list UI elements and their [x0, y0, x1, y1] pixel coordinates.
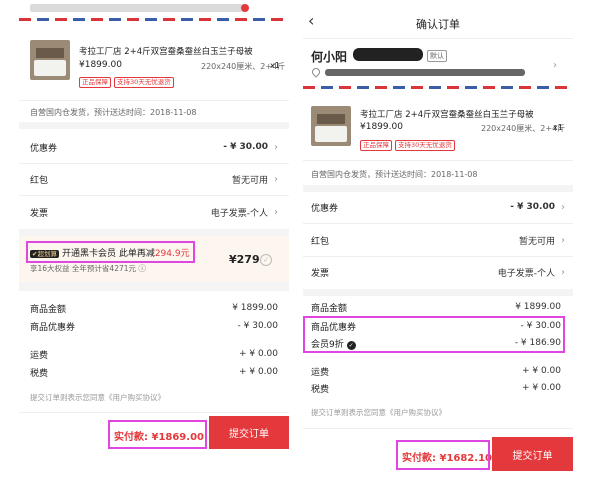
redpacket-label: 红包: [30, 175, 49, 186]
gap: [303, 185, 573, 192]
summary-row: 税费 + ¥ 0.00: [303, 380, 573, 396]
product-tags: 正品保障 支持30天无忧退货: [79, 77, 177, 88]
invoice-label: 发票: [30, 208, 49, 219]
chevron-right-icon: ›: [274, 141, 278, 153]
divider: [303, 38, 573, 39]
summary-value: ¥ 1899.00: [232, 303, 278, 313]
gap: [303, 289, 573, 296]
agreement-text[interactable]: 提交订单则表示您同意《用户购买协议》: [30, 392, 165, 403]
airmail-border: [303, 86, 573, 89]
divider: [19, 412, 289, 413]
highlight-box: [303, 316, 565, 353]
recipient-name: 何小阳: [311, 50, 348, 64]
summary-label: 商品金额: [311, 303, 348, 314]
redpacket-label: 红包: [311, 236, 330, 247]
divider: [19, 100, 289, 101]
redpacket-value: 暂无可用: [518, 236, 555, 247]
highlight-box: [26, 241, 195, 263]
divider: [19, 163, 289, 164]
summary-row: 运费 + ¥ 0.00: [303, 363, 573, 379]
member-sub: 享16大权益 全年预计省4271元 ⓘ: [30, 264, 146, 273]
summary-label: 商品优惠券: [30, 322, 76, 333]
address-obscured: [325, 69, 525, 76]
gap: [19, 282, 289, 291]
invoice-value: 电子发票-个人: [210, 208, 268, 219]
summary-row: 商品优惠券 - ¥ 30.00: [19, 318, 289, 334]
right-order-screen: ‹ 确认订单 何小阳 默认 › 考拉工厂店 2+4斤双宫蚕桑蚕丝白玉兰子母被 ¥…: [303, 0, 573, 485]
gap: [19, 229, 289, 236]
phone-obscured: [353, 48, 423, 61]
summary-value: - ¥ 30.00: [237, 321, 278, 331]
redpacket-row[interactable]: 红包 暂无可用 ›: [303, 227, 573, 253]
coupon-label: 优惠券: [311, 203, 339, 214]
summary-value: + ¥ 0.00: [238, 349, 278, 359]
summary-row: 税费 + ¥ 0.00: [19, 364, 289, 380]
summary-label: 运费: [311, 367, 330, 378]
summary-value: + ¥ 0.00: [238, 367, 278, 377]
product-title[interactable]: 考拉工厂店 2+4斤双宫蚕桑蚕丝白玉兰子母被: [79, 45, 253, 57]
member-price: ¥279: [229, 253, 260, 266]
invoice-label: 发票: [311, 268, 330, 279]
invoice-row[interactable]: 发票 电子发票-个人 ›: [303, 259, 573, 285]
divider: [303, 160, 573, 161]
product-price: ¥1899.00: [360, 122, 403, 132]
summary-row: 运费 + ¥ 0.00: [19, 346, 289, 362]
address-line-obscured: [30, 4, 245, 12]
tag-return: 支持30天无忧退货: [395, 140, 455, 151]
product-qty: x1: [553, 123, 563, 132]
divider: [19, 195, 289, 196]
submit-order-button[interactable]: 提交订单: [492, 437, 573, 471]
gap: [19, 122, 289, 129]
redpacket-row[interactable]: 红包 暂无可用 ›: [19, 166, 289, 192]
summary-row: 商品金额 ¥ 1899.00: [19, 300, 289, 316]
chevron-right-icon[interactable]: ›: [553, 60, 557, 71]
chevron-right-icon: ›: [561, 266, 565, 278]
summary-value: + ¥ 0.00: [521, 366, 561, 376]
product-title[interactable]: 考拉工厂店 2+4斤双宫蚕桑蚕丝白玉兰子母被: [360, 108, 534, 120]
summary-label: 税费: [311, 384, 330, 395]
summary-label: 运费: [30, 350, 49, 361]
invoice-row[interactable]: 发票 电子发票-个人 ›: [19, 199, 289, 225]
red-dot-icon: [241, 4, 249, 12]
coupon-value: - ¥ 30.00: [510, 202, 555, 212]
coupon-value: - ¥ 30.00: [223, 142, 268, 152]
tag-return: 支持30天无忧退货: [114, 77, 174, 88]
summary-value: + ¥ 0.00: [521, 383, 561, 393]
checkbox-icon[interactable]: ✓: [260, 254, 272, 266]
highlight-box: [396, 440, 490, 470]
airmail-border: [19, 18, 289, 21]
coupon-row[interactable]: 优惠券 - ¥ 30.00 ›: [19, 134, 289, 160]
tag-genuine: 正品保障: [79, 77, 111, 88]
divider: [303, 428, 573, 429]
delivery-info: 自营国内仓发货，预计送达时间：2018-11-08: [30, 108, 197, 117]
product-thumbnail[interactable]: [311, 106, 351, 146]
product-price: ¥1899.00: [79, 60, 122, 70]
divider: [303, 223, 573, 224]
coupon-row[interactable]: 优惠券 - ¥ 30.00 ›: [303, 194, 573, 220]
chevron-right-icon: ›: [274, 173, 278, 185]
submit-order-button[interactable]: 提交订单: [209, 416, 289, 449]
chevron-right-icon: ›: [274, 206, 278, 218]
chevron-right-icon: ›: [561, 201, 565, 213]
summary-label: 税费: [30, 368, 49, 379]
highlight-box: [108, 420, 207, 449]
default-tag: 默认: [427, 50, 447, 62]
tag-genuine: 正品保障: [360, 140, 392, 151]
agreement-text[interactable]: 提交订单则表示您同意《用户购买协议》: [311, 407, 446, 418]
summary-value: ¥ 1899.00: [515, 302, 561, 312]
delivery-info: 自营国内仓发货，预计送达时间：2018-11-08: [311, 170, 478, 179]
product-thumbnail[interactable]: [30, 40, 70, 80]
left-order-screen: 考拉工厂店 2+4斤双宫蚕桑蚕丝白玉兰子母被 ¥1899.00 220x240厘…: [19, 0, 289, 485]
page-title: 确认订单: [416, 18, 460, 31]
summary-row: 商品金额 ¥ 1899.00: [303, 299, 573, 315]
divider: [303, 256, 573, 257]
product-tags: 正品保障 支持30天无忧退货: [360, 140, 458, 151]
chevron-right-icon: ›: [561, 234, 565, 246]
invoice-value: 电子发票-个人: [497, 268, 555, 279]
redpacket-value: 暂无可用: [231, 175, 268, 186]
product-qty: x1: [270, 61, 280, 70]
location-pin-icon: [310, 66, 322, 78]
coupon-label: 优惠券: [30, 143, 58, 154]
summary-label: 商品金额: [30, 304, 67, 315]
